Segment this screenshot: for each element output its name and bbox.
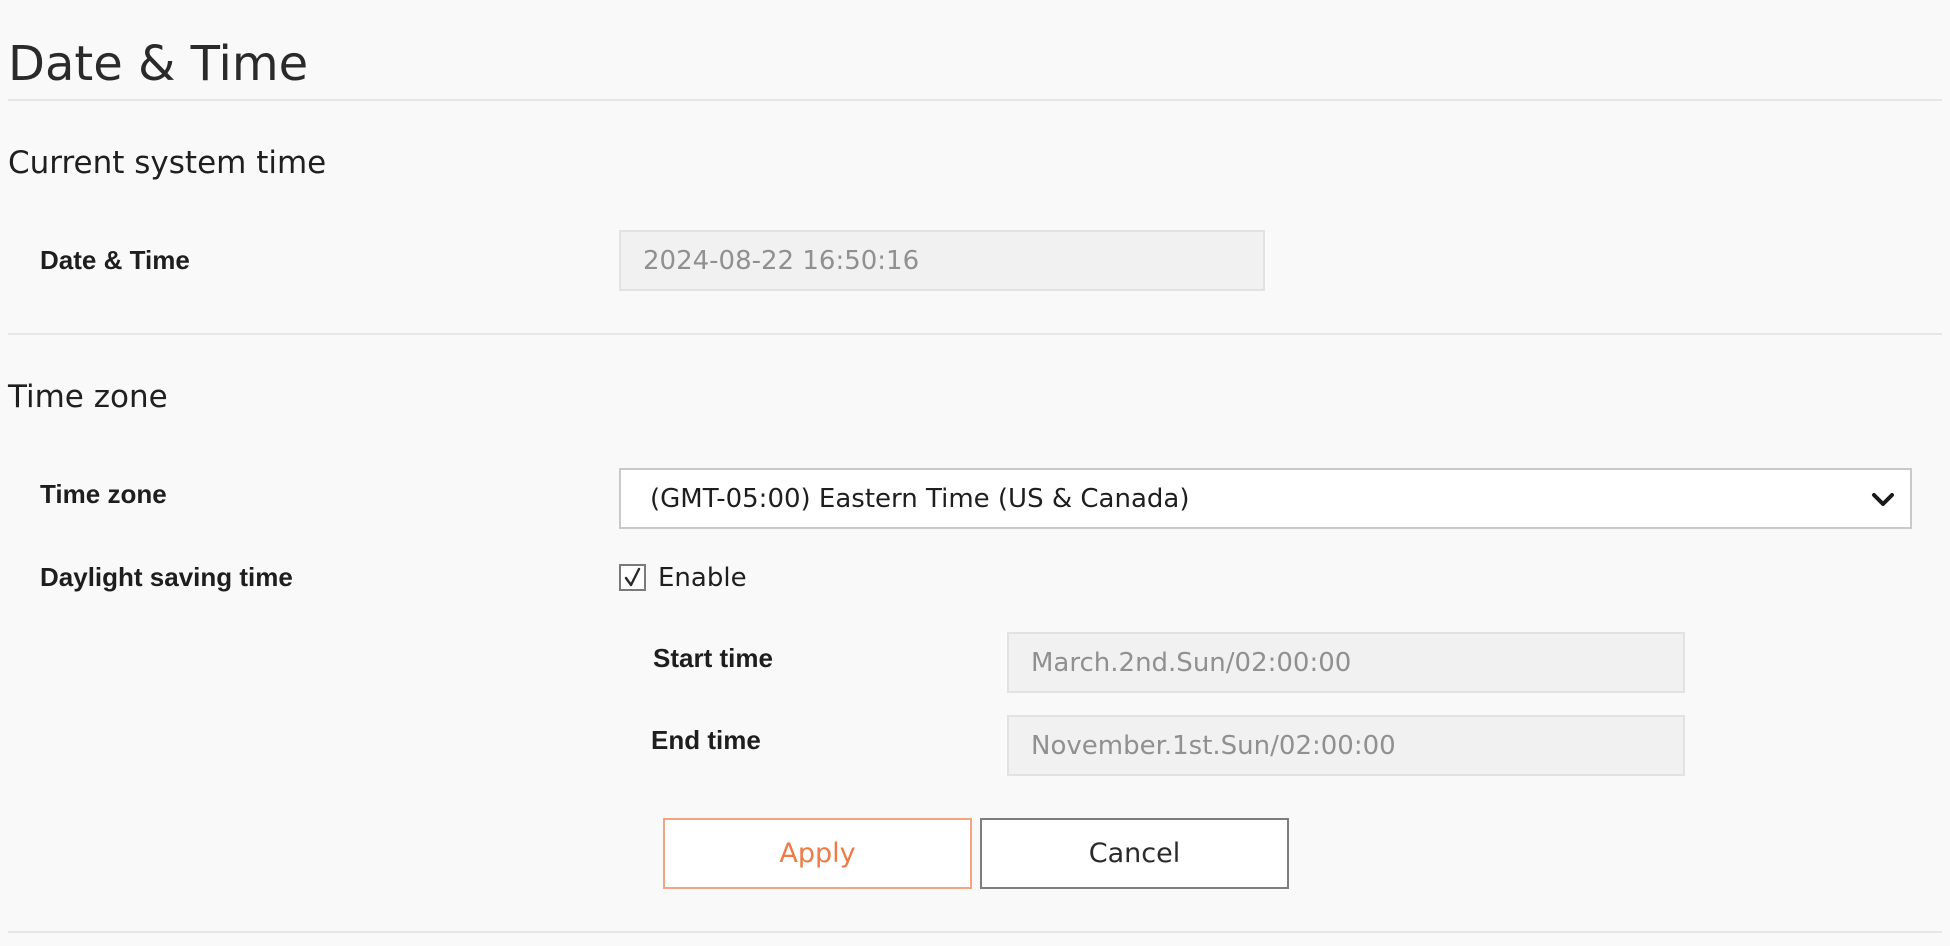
date-time-value: 2024-08-22 16:50:16 (643, 245, 920, 276)
dst-label: Daylight saving time (40, 562, 293, 592)
start-time-label: Start time (653, 643, 773, 673)
divider (8, 99, 1942, 101)
apply-button[interactable]: Apply (663, 818, 972, 889)
start-time-value: March.2nd.Sun/02:00:00 (1031, 647, 1352, 678)
divider (8, 931, 1942, 933)
date-time-label: Date & Time (40, 245, 190, 275)
dst-enable-label[interactable]: Enable (658, 560, 747, 596)
end-time-field: November.1st.Sun/02:00:00 (1007, 715, 1685, 776)
chevron-down-icon (1868, 484, 1898, 514)
cancel-button[interactable]: Cancel (980, 818, 1289, 889)
time-zone-select[interactable]: (GMT-05:00) Eastern Time (US & Canada) (619, 468, 1912, 529)
dst-enable-checkbox[interactable] (619, 564, 646, 591)
section-title-time-zone: Time zone (8, 379, 168, 415)
end-time-label: End time (651, 725, 761, 755)
start-time-field: March.2nd.Sun/02:00:00 (1007, 632, 1685, 693)
page-title: Date & Time (8, 36, 309, 93)
section-title-current-time: Current system time (8, 145, 327, 181)
end-time-value: November.1st.Sun/02:00:00 (1031, 730, 1396, 761)
divider (8, 333, 1942, 335)
time-zone-label: Time zone (40, 479, 167, 509)
checkmark-icon (624, 567, 641, 587)
date-time-field: 2024-08-22 16:50:16 (619, 230, 1265, 291)
time-zone-selected-value: (GMT-05:00) Eastern Time (US & Canada) (650, 483, 1190, 514)
